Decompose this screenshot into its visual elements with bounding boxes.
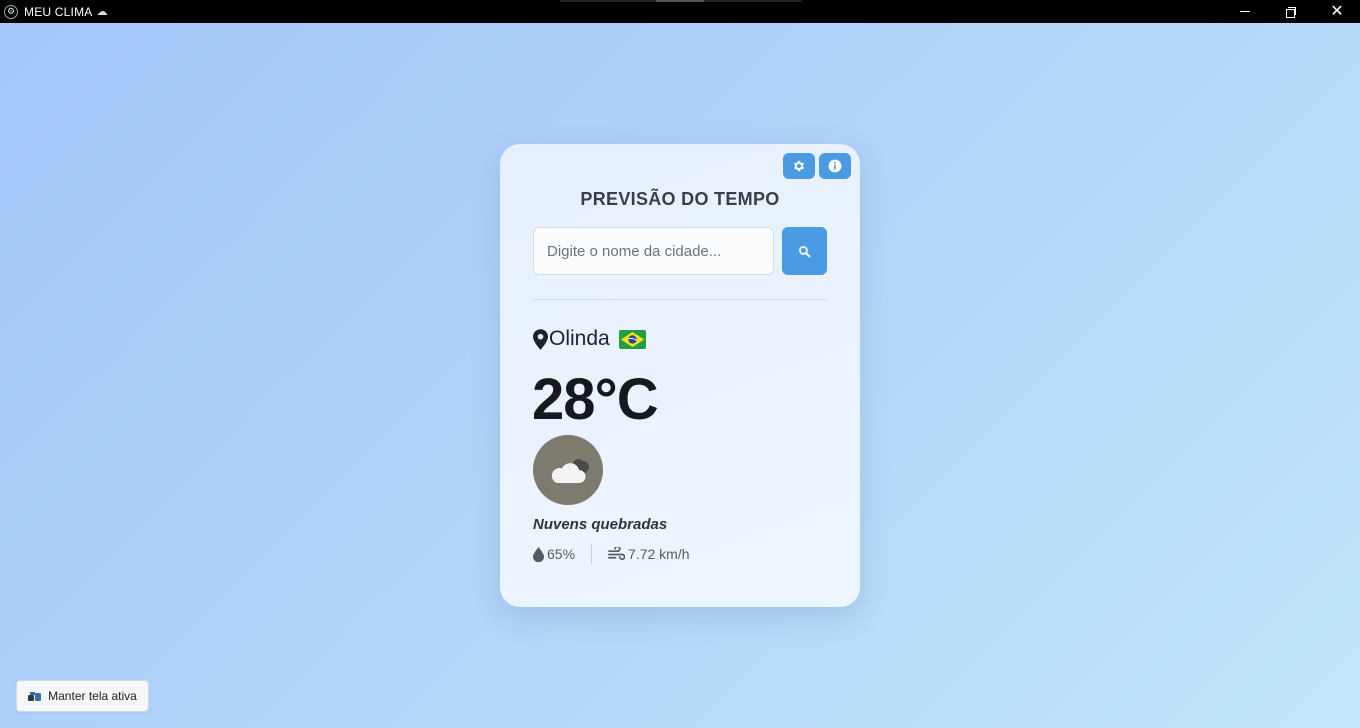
window-title: MEU CLIMA (24, 4, 93, 19)
minimize-icon (1240, 11, 1250, 12)
info-button[interactable] (819, 153, 851, 179)
location: Olinda (533, 326, 646, 352)
divider (533, 299, 827, 300)
temperature: 28°C (532, 367, 659, 432)
city-search-input[interactable] (533, 227, 774, 275)
broken-clouds-icon (551, 458, 589, 483)
weather-description: Nuvens quebradas (533, 516, 668, 533)
close-button[interactable]: ✕ (1314, 0, 1360, 23)
humidity-stat: 65% (533, 546, 575, 562)
brazil-flag-icon (618, 329, 646, 349)
search-icon (799, 245, 811, 257)
restore-icon (1286, 6, 1296, 18)
keep-screen-awake-button[interactable]: Manter tela ativa (16, 680, 149, 712)
search-button[interactable] (782, 227, 827, 275)
minimize-button[interactable] (1222, 0, 1268, 23)
wind-value: 7.72 km/h (628, 546, 690, 562)
wind-icon (608, 547, 626, 561)
title-bar: ⚙ MEU CLIMA ☁ ✕ (0, 0, 1360, 23)
close-icon: ✕ (1330, 2, 1344, 20)
humidity-value: 65% (547, 546, 576, 562)
weather-card: PREVISÃO DO TEMPO Olinda 28°C Nuvens que… (500, 144, 860, 607)
keep-screen-awake-label: Manter tela ativa (48, 689, 137, 703)
weather-icon-container (533, 435, 603, 505)
city-name: Olinda (549, 327, 610, 350)
wind-stat: 7.72 km/h (608, 546, 690, 562)
restore-button[interactable] (1268, 0, 1314, 23)
gear-icon (793, 160, 805, 172)
stat-divider (591, 544, 593, 564)
page-title: PREVISÃO DO TEMPO (580, 189, 780, 209)
droplet-icon (533, 546, 544, 562)
title-bar-drag-indicator (560, 0, 802, 2)
window-controls: ✕ (1222, 0, 1360, 23)
coffee-icon (28, 691, 42, 701)
weather-stats: 65% 7.72 km/h (533, 543, 690, 565)
app-icon: ⚙ (4, 4, 18, 19)
settings-button[interactable] (783, 153, 815, 179)
cloud-icon: ☁ (96, 6, 108, 18)
map-pin-icon (533, 328, 548, 350)
info-icon (828, 159, 842, 173)
